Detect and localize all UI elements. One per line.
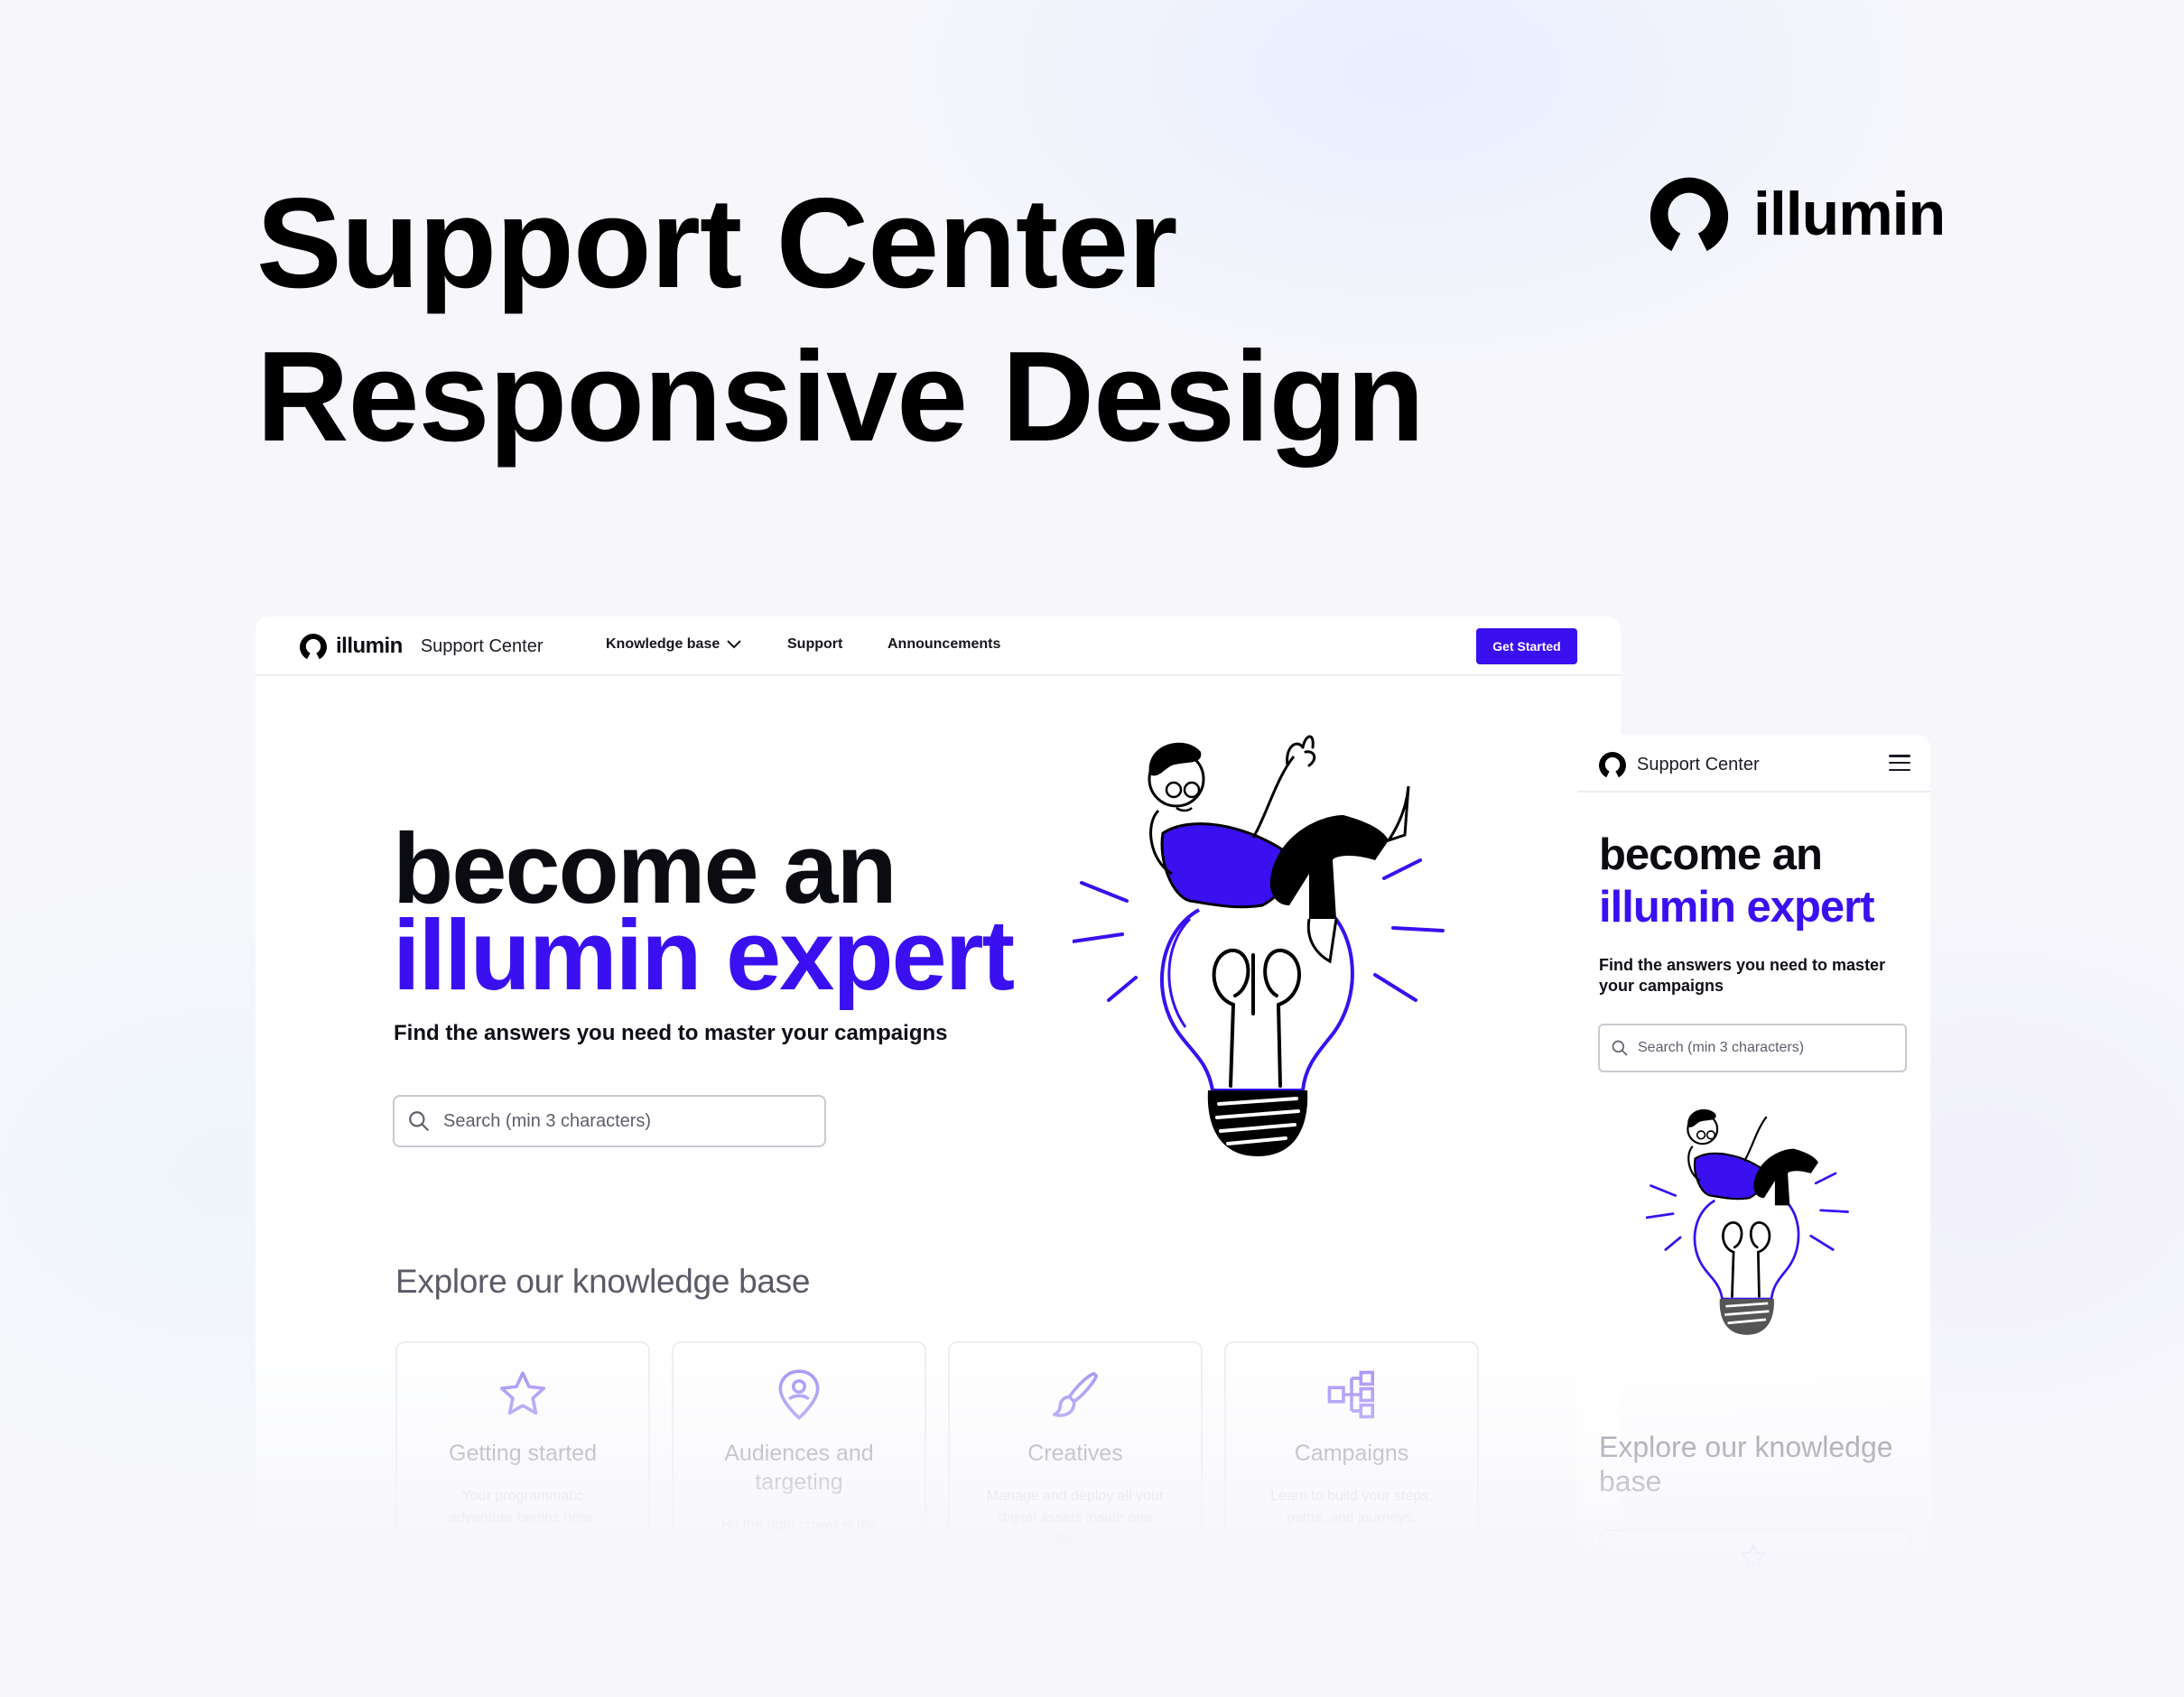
search-placeholder: Search (min 3 characters) <box>443 1110 652 1131</box>
illumin-logo-icon <box>300 633 327 660</box>
illumin-logo-icon <box>1650 177 1729 252</box>
kb-card-getting-started[interactable] <box>1599 1529 1911 1574</box>
hero-subtitle: Find the answers you need to master your… <box>394 1021 948 1045</box>
star-icon <box>499 1371 546 1415</box>
nav-knowledge-base[interactable]: Knowledge base <box>606 636 741 653</box>
search-placeholder: Search (min 3 characters) <box>1638 1040 1805 1055</box>
search-icon <box>409 1111 429 1131</box>
illumin-logo-icon <box>1599 751 1626 778</box>
hamburger-menu-icon[interactable] <box>1889 755 1910 771</box>
search-input[interactable]: Search (min 3 characters) <box>1598 1024 1907 1072</box>
kb-card-desc: Hit the right crowd in the right places. <box>720 1517 878 1554</box>
kb-card-desc: Manage and deploy all your digital asset… <box>986 1488 1165 1547</box>
lightbulb-person-illustration <box>1073 735 1445 1156</box>
desktop-hero-heading: become an illumin expert <box>393 820 1015 1011</box>
kb-card-campaigns[interactable]: Campaigns Learn to build your steps, pat… <box>1224 1341 1479 1555</box>
paintbrush-icon <box>1052 1371 1099 1417</box>
lightbulb-person-illustration <box>1646 1108 1849 1335</box>
knowledge-base-title: Explore our knowledge base <box>395 1263 811 1300</box>
kb-card-title: Creatives <box>1027 1441 1123 1466</box>
mobile-hero-heading: become an illumin expert <box>1599 829 1875 933</box>
kb-card-desc: Learn to build your steps, paths, and jo… <box>1270 1488 1433 1525</box>
logo-text: illumin <box>336 634 403 658</box>
brand-logo: illumin <box>1645 170 1946 258</box>
hero-subtitle: Find the answers you need to master your… <box>1599 956 1886 995</box>
kb-card-getting-started[interactable]: Getting started Your programmatic advent… <box>395 1341 650 1555</box>
kb-card-title: Campaigns <box>1294 1441 1409 1466</box>
kb-card-title: Getting started <box>449 1441 597 1466</box>
logo-subtitle: Support Center <box>1637 754 1760 774</box>
mobile-navbar: Support Center <box>1577 735 1930 793</box>
page-title-line2: Responsive Design <box>256 325 1425 468</box>
kb-card-desc: Your programmatic adventure begins here. <box>449 1488 597 1525</box>
hero-line2: illumin expert <box>1599 883 1875 932</box>
page-title-line1: Support Center <box>256 172 1177 315</box>
desktop-navbar: illumin Support Center Knowledge base Su… <box>256 617 1621 676</box>
search-icon <box>1612 1040 1628 1056</box>
star-icon <box>1741 1544 1766 1569</box>
desktop-logo[interactable]: illumin Support Center <box>298 631 543 662</box>
kb-card-creatives[interactable]: Creatives Manage and deploy all your dig… <box>948 1341 1203 1555</box>
knowledge-base-title: Explore our knowledge base <box>1599 1431 1893 1498</box>
hero-line2: illumin expert <box>393 900 1015 1011</box>
desktop-mockup: illumin Support Center Knowledge base Su… <box>256 617 1621 1555</box>
page-title: Support Center Responsive Design <box>256 167 1425 474</box>
get-started-button[interactable]: Get Started <box>1476 628 1577 664</box>
nav-support[interactable]: Support <box>787 636 842 653</box>
chevron-down-icon <box>727 640 741 649</box>
kb-card-audiences[interactable]: Audiences and targeting Hit the right cr… <box>672 1341 926 1555</box>
kb-card-title: Audiences and targeting <box>724 1441 874 1495</box>
flow-blocks-icon <box>1327 1370 1375 1419</box>
search-input[interactable]: Search (min 3 characters) <box>393 1095 826 1147</box>
mobile-logo[interactable]: Support Center <box>1597 749 1760 780</box>
location-person-icon <box>778 1369 820 1421</box>
mobile-mockup: Support Center become an illumin expert … <box>1577 735 1930 1574</box>
nav-announcements[interactable]: Announcements <box>888 636 1000 653</box>
logo-subtitle: Support Center <box>420 635 544 656</box>
brand-name: illumin <box>1753 180 1946 248</box>
nav-knowledge-base-label: Knowledge base <box>606 636 720 652</box>
hero-line1: become an <box>1599 830 1823 879</box>
